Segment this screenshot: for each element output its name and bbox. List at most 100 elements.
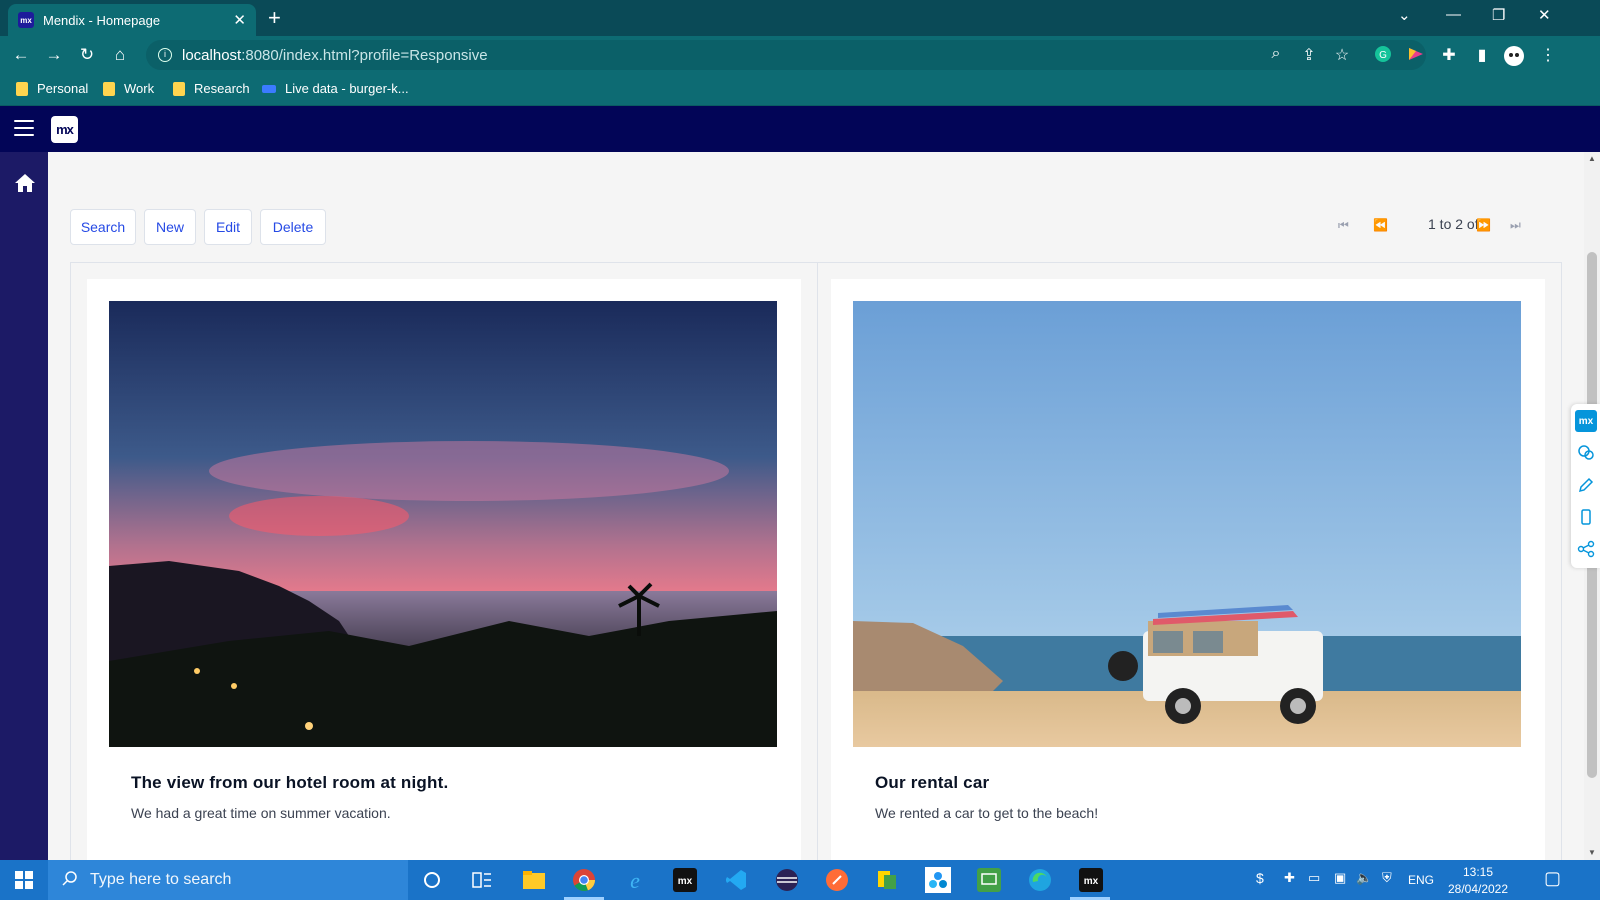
windows-taskbar: Type here to search e mx mx $ ✚ ▭ ▣ 🔈 ⛨ … [0,860,1600,900]
folder-icon [173,81,185,96]
edit-button[interactable]: Edit [204,209,252,245]
next-page-icon[interactable]: ⏩ [1476,218,1491,232]
home-icon[interactable] [14,172,35,192]
scroll-down-icon[interactable]: ▼ [1588,848,1596,857]
taskbar-search-input[interactable]: Type here to search [48,860,408,900]
window-close-icon[interactable]: ✕ [1538,6,1551,24]
mobile-device-icon[interactable] [1575,506,1597,528]
previous-page-icon[interactable]: ⏪ [1373,218,1388,232]
url-path: :8080/index.html?profile=Responsive [241,46,488,64]
color-extension-icon[interactable] [1405,45,1427,65]
url-field[interactable]: i localhost:8080/index.html?profile=Resp… [146,40,1426,70]
list-view: The view from our hotel room at night. W… [70,262,1562,860]
browser-tab[interactable]: mx Mendix - Homepage ✕ [8,4,256,36]
main-content: Search New Edit Delete ⏮ ⏪ 1 to 2 of 2 ⏩… [48,152,1584,860]
bookmark-label: Live data - burger-k... [285,81,409,96]
card-title: The view from our hotel room at night. [131,773,449,792]
antivirus-tray-icon[interactable]: ✚ [1284,870,1295,886]
tab-search-chevron-icon[interactable]: ⌄ [1398,6,1411,24]
svg-text:mx: mx [1084,876,1099,887]
chrome-icon[interactable] [570,866,598,894]
sidebar [0,152,48,860]
card-description: We had a great time on summer vacation. [131,805,391,821]
browser-menu-icon[interactable]: ⋮ [1537,45,1559,65]
battery-icon[interactable]: ▭ [1308,870,1320,886]
sunset-photo [109,301,777,747]
folder-icon [103,81,115,96]
app-header: mx [0,106,1600,152]
first-page-icon[interactable]: ⏮ [1338,218,1349,233]
mendix-favicon-icon: mx [18,12,34,28]
mendix-app-icon[interactable]: mx [1077,866,1105,894]
tab-title: Mendix - Homepage [43,12,161,28]
clock-date[interactable]: 28/04/2022 [1444,882,1512,896]
share-icon[interactable]: ⇪ [1298,45,1320,65]
internet-explorer-icon[interactable]: e [621,866,649,894]
extensions-puzzle-icon[interactable]: ✚ [1438,45,1460,65]
grammarly-extension-icon[interactable]: G [1372,45,1394,65]
home-browser-icon[interactable]: ⌂ [109,45,131,65]
monitor-app-icon[interactable] [975,866,1003,894]
card-divider [817,263,818,860]
eclipse-icon[interactable] [773,866,801,894]
card-title: Our rental car [875,773,990,792]
mendix-studio-icon[interactable]: mx [671,866,699,894]
scroll-up-icon[interactable]: ▲ [1588,154,1596,163]
cortana-icon[interactable] [418,866,446,894]
search-placeholder: Type here to search [90,871,232,888]
new-tab-icon[interactable]: + [268,6,281,30]
restore-icon[interactable]: ❐ [1492,6,1505,24]
file-explorer-icon[interactable] [520,866,548,894]
hamburger-menu-icon[interactable] [14,120,34,136]
volume-icon[interactable]: 🔈 [1356,870,1372,886]
feedback-chat-icon[interactable] [1575,442,1597,464]
vscode-icon[interactable] [722,866,750,894]
rental-car-photo [853,301,1521,747]
bookmark-label: Work [124,81,155,96]
list-item[interactable]: The view from our hotel room at night. W… [87,279,801,860]
zoom-icon[interactable]: ⌕ [1265,45,1287,65]
bookmark-label: Research [194,81,250,96]
browser-address-bar: ← → ↻ ⌂ i localhost:8080/index.html?prof… [0,36,1600,74]
edge-icon[interactable] [1026,866,1054,894]
search-icon [62,870,78,891]
forward-arrow-icon[interactable]: → [43,45,65,65]
language-indicator[interactable]: ENG [1408,873,1434,887]
list-item[interactable]: Our rental car We rented a car to get to… [831,279,1545,860]
task-view-icon[interactable] [468,866,496,894]
profile-avatar-icon[interactable] [1503,45,1525,66]
live-data-icon [262,84,276,93]
back-arrow-icon[interactable]: ← [10,45,32,65]
network-icon[interactable]: ▣ [1334,870,1346,886]
reload-icon[interactable]: ↻ [76,45,98,65]
bookmark-work[interactable]: Work [103,81,154,96]
new-button[interactable]: New [144,209,196,245]
edit-pencil-icon[interactable] [1575,474,1597,496]
sticky-notes-icon[interactable] [873,866,901,894]
share-nodes-icon[interactable] [1575,538,1597,560]
card-description: We rented a car to get to the beach! [875,805,1099,821]
search-button[interactable]: Search [70,209,136,245]
site-info-icon[interactable]: i [158,48,172,62]
url-host: localhost [182,46,242,64]
clock-time[interactable]: 13:15 [1448,865,1508,879]
app-switcher-icon[interactable] [924,866,952,894]
bookmark-live-data[interactable]: Live data - burger-k... [262,81,409,96]
skype-tray-icon[interactable]: $ [1256,870,1264,886]
close-tab-icon[interactable]: ✕ [233,11,246,29]
last-page-icon[interactable]: ⏭ [1510,218,1521,233]
minimize-icon[interactable]: — [1446,6,1461,23]
bookmark-research[interactable]: Research [173,81,250,96]
bookmark-star-icon[interactable]: ☆ [1331,45,1353,65]
delete-button[interactable]: Delete [260,209,326,245]
side-panel-icon[interactable]: ▮ [1471,45,1493,65]
notification-icon[interactable]: ▢ [1544,868,1561,889]
security-shield-icon[interactable]: ⛨ [1382,870,1392,886]
bookmark-personal[interactable]: Personal [16,81,88,96]
mendix-dev-logo[interactable]: mx [1575,410,1597,432]
mendix-dev-toolbar: mx [1571,404,1600,568]
windows-start-icon[interactable] [0,860,48,900]
postman-icon[interactable] [823,866,851,894]
svg-text:e: e [630,868,640,892]
mendix-logo[interactable]: mx [51,116,78,143]
